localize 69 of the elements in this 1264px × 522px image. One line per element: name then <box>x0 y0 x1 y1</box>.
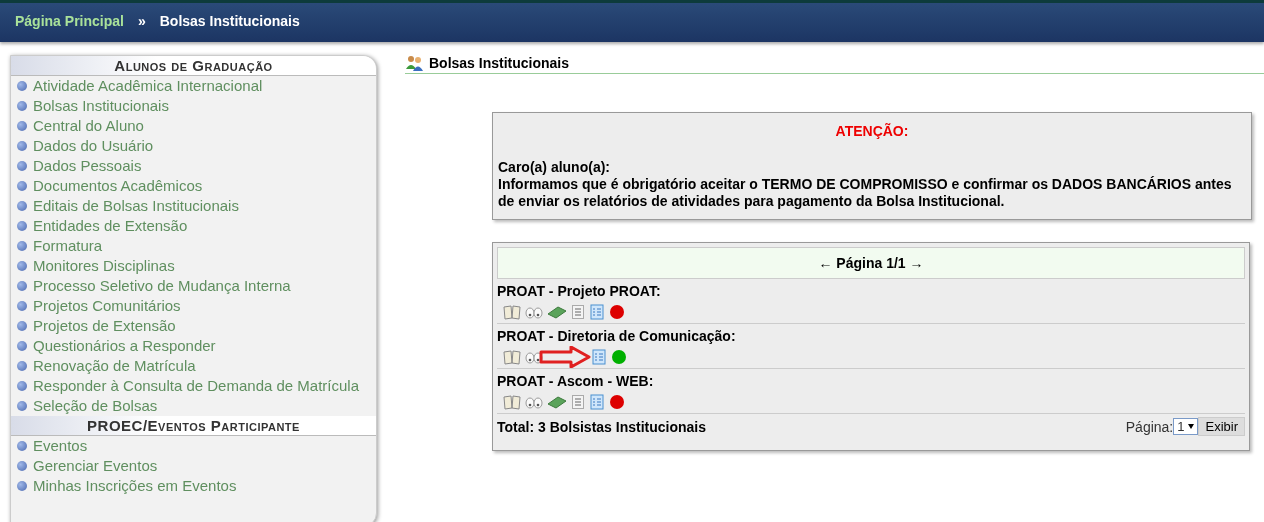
bullet-icon <box>17 241 27 251</box>
menu-link[interactable]: Responder à Consulta de Demanda de Matrícula <box>33 376 360 395</box>
checklist-icon[interactable] <box>589 304 605 320</box>
breadcrumb-separator: » <box>137 13 146 29</box>
menu-link[interactable]: Questionários a Responder <box>33 336 216 355</box>
scholarship-title: PROAT - Projeto PROAT: <box>497 283 662 299</box>
bullet-icon <box>17 321 27 331</box>
menu-link[interactable]: Atividade Acadêmica Internacional <box>33 76 263 95</box>
document-icon[interactable] <box>571 304 585 320</box>
pager-text: ← Página 1/1 → <box>818 255 924 271</box>
money-icon[interactable] <box>547 304 567 320</box>
menu-link[interactable]: Documentos Acadêmicos <box>33 176 203 195</box>
bullet-icon <box>17 201 27 211</box>
menu-link[interactable]: Dados Pessoais <box>33 156 142 175</box>
bullet-icon <box>17 361 27 371</box>
bullet-icon <box>17 121 27 131</box>
menu-link[interactable]: Seleção de Bolsas <box>33 396 158 415</box>
bullet-icon <box>17 301 27 311</box>
menu-link[interactable]: Eventos <box>33 436 88 455</box>
eyes-icon[interactable] <box>525 349 543 365</box>
bullet-icon <box>17 221 27 231</box>
bullet-icon <box>17 281 27 291</box>
checklist-icon[interactable] <box>589 394 605 410</box>
section-heading: PROEC/Eventos Participante <box>11 416 376 436</box>
page-title: Bolsas Institucionais <box>429 55 570 71</box>
menu-link[interactable]: Entidades de Extensão <box>33 216 188 235</box>
bullet-icon <box>17 141 27 151</box>
eyes-icon[interactable] <box>525 304 543 320</box>
menu-link[interactable]: Bolsas Institucionais <box>33 96 169 115</box>
bullet-icon <box>17 181 27 191</box>
bullet-icon <box>17 461 27 471</box>
bullet-icon <box>17 261 27 271</box>
annotation-arrow <box>539 346 591 368</box>
notice-title: ATENÇÃO: <box>834 123 910 139</box>
money-icon[interactable] <box>547 394 567 410</box>
menu-link[interactable]: Formatura <box>33 236 103 255</box>
bullet-icon <box>17 381 27 391</box>
menu-link[interactable]: Dados do Usuário <box>33 136 154 155</box>
menu-link[interactable]: Renovação de Matrícula <box>33 356 196 375</box>
menu-link[interactable]: Processo Seletivo de Mudança Interna <box>33 276 291 295</box>
section-heading: Alunos de Graduação <box>11 56 376 76</box>
menu-link[interactable]: Projetos de Extensão <box>33 316 176 335</box>
show-button[interactable]: Exibir <box>1198 417 1245 436</box>
bullet-icon <box>17 441 27 451</box>
bullet-icon <box>17 81 27 91</box>
bullet-icon <box>17 481 27 491</box>
menu-link[interactable]: Editais de Bolsas Institucionais <box>33 196 239 215</box>
eyes-icon[interactable] <box>525 394 543 410</box>
document-icon[interactable] <box>571 394 585 410</box>
bullet-icon <box>17 101 27 111</box>
notice-greeting: Caro(a) aluno(a): <box>498 159 611 176</box>
breadcrumb-link[interactable]: Página Principal <box>15 13 124 29</box>
people-icon <box>405 55 425 71</box>
bullet-icon <box>17 401 27 411</box>
breadcrumb-current: Bolsas Institucionais <box>159 13 300 29</box>
menu-link[interactable]: Projetos Comunitários <box>33 296 181 315</box>
menu-link[interactable]: Monitores Disciplinas <box>33 256 175 275</box>
notice-message: Informamos que é obrigatório aceitar o TERMO DE COMPROMISSO e confirmar os DADOS BANCÁRIOS antes de enviar os relatórios de atividades para pagamento da Bolsa Institucional. <box>498 176 1233 210</box>
menu-link[interactable]: Minhas Inscrições em Eventos <box>33 476 237 495</box>
bullet-icon <box>17 161 27 171</box>
menu-link[interactable]: Gerenciar Eventos <box>33 456 158 475</box>
checklist-icon[interactable] <box>591 349 607 365</box>
page-label: Página: <box>1125 418 1174 435</box>
scholarship-title: PROAT - Diretoria de Comunicação: <box>497 328 737 344</box>
bullet-icon <box>17 341 27 351</box>
total-count: Total: 3 Bolsistas Institucionais <box>497 418 706 435</box>
menu-link[interactable]: Central do Aluno <box>33 116 144 135</box>
page-select[interactable]: 1 <box>1173 418 1199 435</box>
scholarship-title: PROAT - Ascom - WEB: <box>497 373 655 389</box>
